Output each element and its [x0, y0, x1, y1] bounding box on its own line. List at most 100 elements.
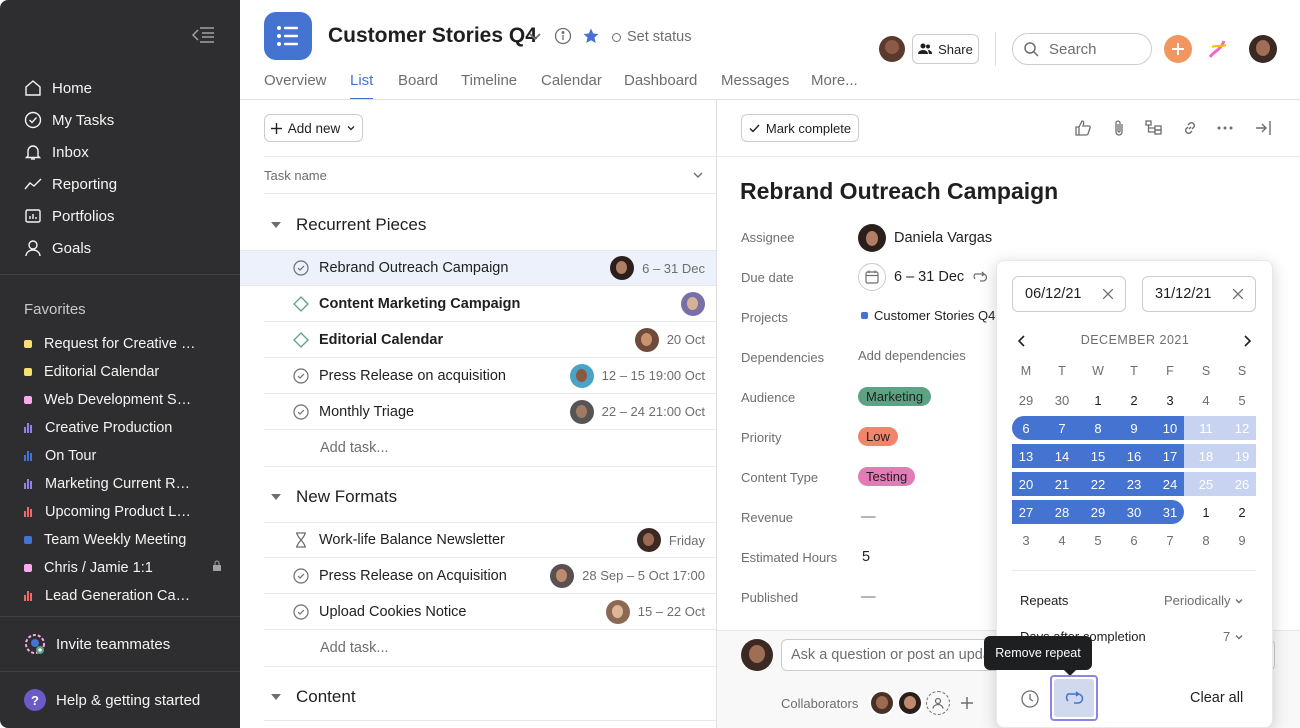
calendar-day[interactable]: 24 — [1152, 472, 1188, 496]
calendar-day[interactable]: 2 — [1116, 388, 1152, 412]
more-options-icon[interactable] — [1216, 119, 1234, 140]
audience-field[interactable]: Marketing — [858, 387, 932, 406]
add-collaborator-icon[interactable] — [926, 691, 950, 715]
close-pane-icon[interactable] — [1254, 119, 1272, 140]
calendar-day[interactable]: 2 — [1224, 500, 1260, 524]
tab-calendar[interactable]: Calendar — [541, 72, 602, 100]
calendar-day[interactable]: 7 — [1044, 416, 1080, 440]
clear-icon[interactable] — [1233, 289, 1243, 299]
assignee-field[interactable]: Daniela Vargas — [858, 224, 992, 252]
favorite-item[interactable]: Marketing Current Ro… — [24, 474, 224, 494]
calendar-day[interactable]: 30 — [1044, 388, 1080, 412]
chevron-down-icon[interactable] — [692, 169, 704, 181]
assignee-avatar[interactable] — [569, 363, 594, 388]
calendar-day[interactable]: 31 — [1152, 500, 1188, 524]
next-month-icon[interactable] — [1241, 334, 1253, 351]
check-circle-icon[interactable] — [293, 603, 309, 620]
assignee-avatar[interactable] — [550, 563, 575, 588]
calendar-day[interactable]: 6 — [1008, 416, 1044, 440]
nav-inbox[interactable]: Inbox — [24, 140, 89, 164]
calendar-day[interactable]: 21 — [1044, 472, 1080, 496]
calendar-day[interactable]: 16 — [1116, 444, 1152, 468]
assignee-avatar[interactable] — [681, 291, 705, 316]
add-dependencies-link[interactable]: Add dependencies — [858, 348, 966, 363]
task-title[interactable]: Rebrand Outreach Campaign — [740, 178, 1058, 205]
add-new-button[interactable]: Add new — [264, 114, 363, 142]
check-circle-icon[interactable] — [293, 403, 309, 420]
favorite-item[interactable]: Editorial Calendar — [24, 362, 224, 382]
search-input[interactable]: Search — [1012, 33, 1152, 65]
calendar-day[interactable]: 28 — [1044, 500, 1080, 524]
calendar-day[interactable]: 26 — [1224, 472, 1260, 496]
task-row[interactable]: Monthly Triage 22 – 24 21:00 Oct — [264, 394, 716, 430]
prev-month-icon[interactable] — [1016, 334, 1028, 351]
published-field[interactable]: — — [861, 589, 876, 605]
calendar-day[interactable]: 11 — [1188, 416, 1224, 440]
calendar-day[interactable]: 9 — [1224, 528, 1260, 552]
calendar-day[interactable]: 6 — [1116, 528, 1152, 552]
section-header[interactable]: Recurrent Pieces — [270, 215, 426, 235]
collapse-sidebar-icon[interactable] — [190, 26, 216, 46]
calendar-day[interactable]: 1 — [1080, 388, 1116, 412]
nav-reporting[interactable]: Reporting — [24, 172, 117, 196]
tab-overview[interactable]: Overview — [264, 72, 327, 100]
nav-portfolios[interactable]: Portfolios — [24, 204, 115, 228]
content-type-field[interactable]: Testing — [858, 467, 916, 486]
favorite-item[interactable]: Creative Production — [24, 418, 224, 438]
invite-teammates-button[interactable]: Invite teammates — [24, 632, 170, 656]
calendar-day[interactable]: 19 — [1224, 444, 1260, 468]
assignee-avatar[interactable] — [605, 599, 630, 624]
calendar-day[interactable]: 8 — [1188, 528, 1224, 552]
calendar-day[interactable]: 27 — [1008, 500, 1044, 524]
repeats-dropdown[interactable]: Periodically — [1164, 593, 1244, 608]
check-circle-icon[interactable] — [293, 367, 309, 384]
calendar-day[interactable]: 22 — [1080, 472, 1116, 496]
set-status-button[interactable]: Set status — [612, 29, 691, 45]
nav-home[interactable]: Home — [24, 76, 92, 100]
calendar-day[interactable]: 1 — [1188, 500, 1224, 524]
mark-complete-button[interactable]: Mark complete — [741, 114, 859, 142]
calendar-day[interactable]: 8 — [1080, 416, 1116, 440]
tab-dashboard[interactable]: Dashboard — [624, 72, 697, 100]
subtasks-icon[interactable] — [1145, 119, 1163, 140]
project-field[interactable]: Customer Stories Q4 — [861, 308, 995, 323]
favorite-item[interactable]: Chris / Jamie 1:1 — [24, 558, 224, 578]
favorite-item[interactable]: Upcoming Product La… — [24, 502, 224, 522]
task-row[interactable]: Rebrand Outreach Campaign 6 – 31 Dec — [240, 250, 716, 286]
check-circle-icon[interactable] — [293, 567, 309, 584]
collaborator-avatar[interactable] — [869, 690, 895, 716]
calendar-day[interactable]: 5 — [1080, 528, 1116, 552]
calendar-day[interactable]: 13 — [1008, 444, 1044, 468]
favorite-item[interactable]: Team Weekly Meeting — [24, 530, 224, 550]
calendar-day[interactable]: 14 — [1044, 444, 1080, 468]
remove-repeat-button[interactable] — [1050, 675, 1098, 721]
info-icon[interactable] — [554, 27, 572, 48]
tab-timeline[interactable]: Timeline — [461, 72, 517, 100]
calendar-day[interactable]: 4 — [1188, 388, 1224, 412]
calendar-day[interactable]: 7 — [1152, 528, 1188, 552]
column-task-name[interactable]: Task name — [264, 168, 327, 183]
clock-icon[interactable] — [1020, 689, 1040, 712]
add-task-link[interactable]: Add task... — [320, 640, 389, 656]
calendar-day[interactable]: 12 — [1224, 416, 1260, 440]
check-circle-icon[interactable] — [293, 260, 309, 276]
calendar-day[interactable]: 4 — [1044, 528, 1080, 552]
chevron-down-icon[interactable] — [527, 28, 543, 47]
calendar-day[interactable]: 3 — [1008, 528, 1044, 552]
calendar-day[interactable]: 25 — [1188, 472, 1224, 496]
tab-messages[interactable]: Messages — [721, 72, 789, 100]
task-row[interactable]: Content Marketing Campaign — [264, 286, 716, 322]
nav-goals[interactable]: Goals — [24, 236, 91, 260]
revenue-field[interactable]: — — [861, 509, 876, 525]
calendar-day[interactable]: 17 — [1152, 444, 1188, 468]
milestone-icon[interactable] — [293, 295, 309, 312]
share-button[interactable]: Share — [912, 34, 979, 64]
link-icon[interactable] — [1181, 119, 1199, 140]
milestone-icon[interactable] — [293, 331, 309, 348]
task-row[interactable]: Press Release on Acquisition 28 Sep – 5 O… — [264, 558, 716, 594]
start-date-input[interactable]: 06/12/21 — [1012, 276, 1126, 312]
end-date-input[interactable]: 31/12/21 — [1142, 276, 1256, 312]
task-row[interactable]: Work-life Balance Newsletter Friday — [264, 522, 716, 558]
calendar-day[interactable]: 18 — [1188, 444, 1224, 468]
favorite-item[interactable]: On Tour — [24, 446, 224, 466]
